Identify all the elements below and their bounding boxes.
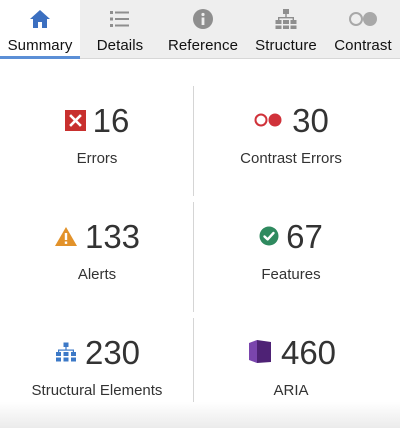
errors-count: 16 <box>92 101 130 139</box>
tab-details[interactable]: Details <box>80 0 160 58</box>
errors-metric: 16 <box>64 98 130 142</box>
aria-metric: 460 <box>246 330 336 374</box>
alert-triangle-icon <box>54 226 78 247</box>
column-divider <box>193 202 194 312</box>
contrast-error-icon <box>253 112 285 128</box>
list-icon <box>109 7 131 31</box>
contrast-errors-metric: 30 <box>253 98 329 142</box>
home-icon <box>29 7 51 31</box>
aria-count: 460 <box>280 333 337 371</box>
feature-check-icon <box>259 226 279 246</box>
summary-row: 16 Errors 30 Contrast Errors <box>0 86 388 202</box>
structure-icon <box>54 342 78 363</box>
tab-reference[interactable]: Reference <box>160 0 246 58</box>
hierarchy-icon <box>274 7 298 31</box>
alerts-metric: 133 <box>54 214 140 258</box>
tab-contrast[interactable]: Contrast <box>326 0 400 58</box>
bottom-shadow <box>0 402 400 428</box>
alerts-summary[interactable]: 133 Alerts <box>0 202 194 318</box>
tab-label: Structure <box>255 37 317 54</box>
tab-label: Contrast <box>334 37 392 54</box>
error-x-icon <box>64 109 86 131</box>
tab-structure[interactable]: Structure <box>246 0 326 58</box>
alerts-count: 133 <box>84 217 141 255</box>
features-label: Features <box>261 266 321 283</box>
errors-label: Errors <box>76 150 118 167</box>
errors-summary[interactable]: 16 Errors <box>0 86 194 202</box>
aria-cube-icon <box>246 338 274 366</box>
tab-bar: Summary Details Reference Structure Cont… <box>0 0 400 59</box>
tab-summary[interactable]: Summary <box>0 0 80 59</box>
aria-label: ARIA <box>273 382 309 399</box>
contrast-errors-label: Contrast Errors <box>240 150 342 167</box>
contrast-icon <box>348 7 378 31</box>
features-count: 67 <box>286 217 323 255</box>
contrast-errors-summary[interactable]: 30 Contrast Errors <box>194 86 388 202</box>
alerts-label: Alerts <box>77 266 117 283</box>
features-summary[interactable]: 67 Features <box>194 202 388 318</box>
summary-row: 133 Alerts 67 Features <box>0 202 388 318</box>
tab-label: Summary <box>7 37 73 54</box>
summary-grid: 16 Errors 30 Contrast Errors 133 Alerts … <box>0 86 388 434</box>
contrast-errors-count: 30 <box>292 101 329 139</box>
structural-metric: 230 <box>54 330 140 374</box>
features-metric: 67 <box>259 214 323 258</box>
column-divider <box>193 86 194 196</box>
structural-count: 230 <box>84 333 141 371</box>
tab-label: Reference <box>167 37 239 54</box>
info-icon <box>192 7 214 31</box>
structural-label: Structural Elements <box>31 382 163 399</box>
tab-label: Details <box>96 37 144 54</box>
